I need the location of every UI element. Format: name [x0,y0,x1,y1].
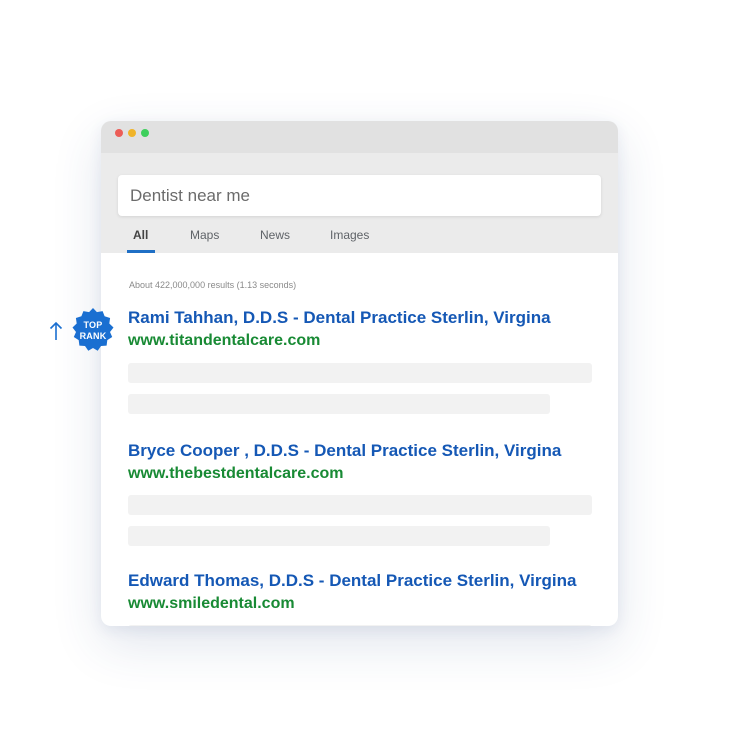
badge-text-top: TOP [83,320,103,330]
snippet-placeholder [128,363,592,383]
top-rank-badge: TOP RANK [65,305,121,361]
snippet-placeholder [128,625,592,626]
result-url[interactable]: www.thebestdentalcare.com [128,465,343,483]
maximize-window-button[interactable] [141,129,149,137]
results-stats: About 422,000,000 results (1.13 seconds) [129,280,297,290]
title-bar [101,121,618,153]
arrow-up-icon [49,321,63,340]
minimize-window-button[interactable] [128,129,136,137]
search-input[interactable]: Dentist near me [118,175,601,216]
result-title-link[interactable]: Bryce Cooper , D.D.S - Dental Practice S… [128,441,561,461]
tab-images[interactable]: Images [330,228,369,242]
snippet-placeholder [128,526,550,546]
tab-news[interactable]: News [260,228,290,242]
badge-text-rank: RANK [79,331,107,341]
snippet-placeholder [128,495,592,515]
search-query-text: Dentist near me [130,186,250,205]
result-title-link[interactable]: Edward Thomas, D.D.S - Dental Practice S… [128,571,576,591]
browser-window: Dentist near me All Maps News Images Abo… [101,121,618,626]
search-header: Dentist near me All Maps News Images [101,153,618,253]
snippet-placeholder [128,394,550,414]
active-tab-indicator [127,250,155,253]
result-url[interactable]: www.titandentalcare.com [128,332,320,350]
tab-maps[interactable]: Maps [190,228,219,242]
tab-all[interactable]: All [133,228,148,242]
result-url[interactable]: www.smiledental.com [128,595,295,613]
close-window-button[interactable] [115,129,123,137]
result-title-link[interactable]: Rami Tahhan, D.D.S - Dental Practice Ste… [128,308,551,328]
